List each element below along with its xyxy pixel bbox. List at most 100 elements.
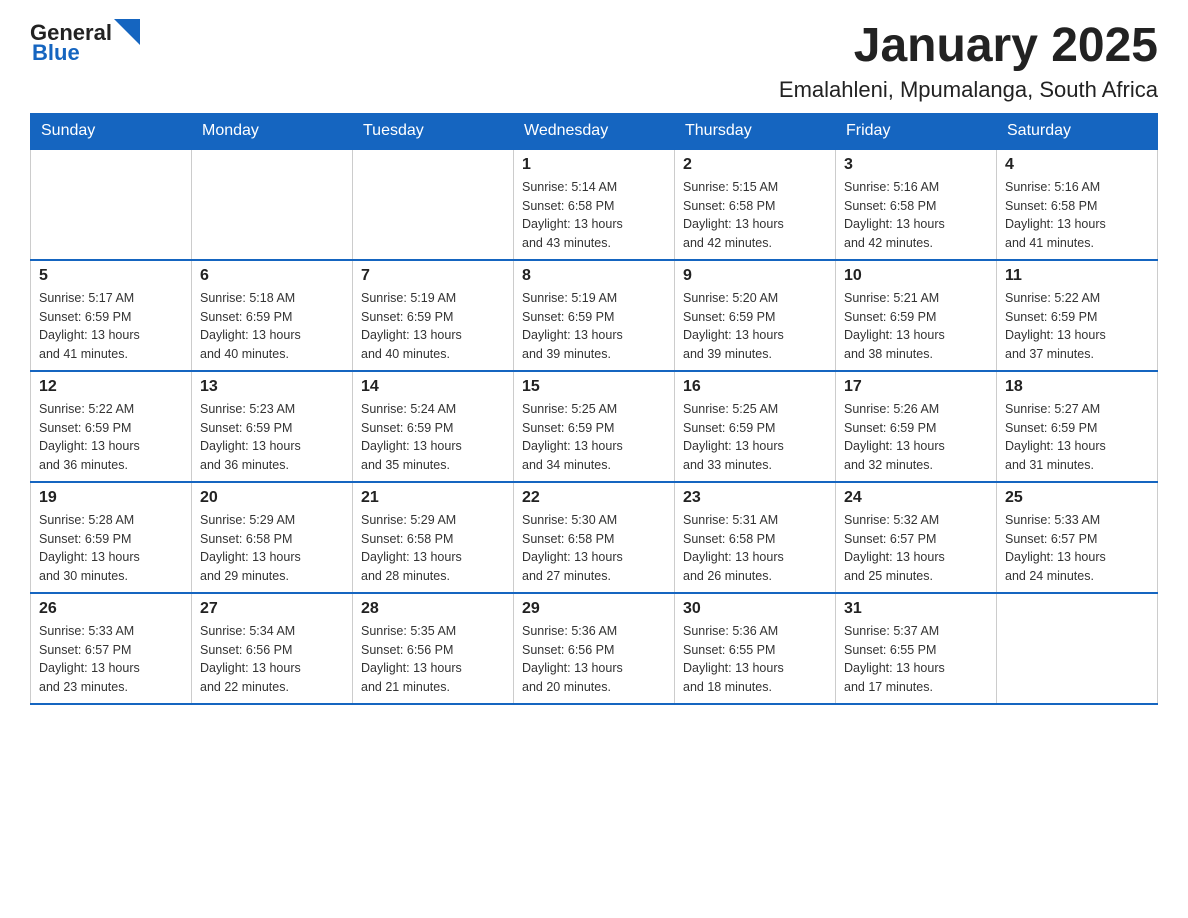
day-info: Sunrise: 5:29 AMSunset: 6:58 PMDaylight:… (361, 511, 505, 586)
day-info: Sunrise: 5:29 AMSunset: 6:58 PMDaylight:… (200, 511, 344, 586)
calendar-week-1: 1Sunrise: 5:14 AMSunset: 6:58 PMDaylight… (31, 149, 1158, 260)
calendar-cell: 24 Sunrise: 5:32 AMSunset: 6:57 PMDayligh… (836, 482, 997, 593)
day-info: Sunrise: 5:31 AMSunset: 6:58 PMDaylight:… (683, 511, 827, 586)
day-number: 2 (683, 156, 827, 174)
day-number: 3 (844, 156, 988, 174)
day-number: 21 (361, 489, 505, 507)
calendar-cell: 3 Sunrise: 5:16 AMSunset: 6:58 PMDaylight… (836, 149, 997, 260)
calendar-cell: 15 Sunrise: 5:25 AMSunset: 6:59 PMDayligh… (514, 371, 675, 482)
calendar-week-4: 19Sunrise: 5:28 AMSunset: 6:59 PMDayligh… (31, 482, 1158, 593)
day-info: Sunrise: 5:37 AMSunset: 6:55 PMDaylight:… (844, 622, 988, 697)
page-header: General Blue January 2025 Emalahleni, Mp… (30, 20, 1158, 103)
day-info: Sunrise: 5:35 AMSunset: 6:56 PMDaylight:… (361, 622, 505, 697)
calendar-cell (997, 593, 1158, 704)
day-number: 14 (361, 378, 505, 396)
day-info: Sunrise: 5:26 AMSunset: 6:59 PMDaylight:… (844, 400, 988, 475)
calendar-header-row: SundayMondayTuesdayWednesdayThursdayFrid… (31, 113, 1158, 149)
calendar-cell: 25 Sunrise: 5:33 AMSunset: 6:57 PMDayligh… (997, 482, 1158, 593)
day-number: 24 (844, 489, 988, 507)
day-number: 15 (522, 378, 666, 396)
logo-text-blue: Blue (32, 40, 80, 66)
day-info: Sunrise: 5:32 AMSunset: 6:57 PMDaylight:… (844, 511, 988, 586)
day-number: 19 (39, 489, 183, 507)
day-info: Sunrise: 5:21 AMSunset: 6:59 PMDaylight:… (844, 289, 988, 364)
day-number: 26 (39, 600, 183, 618)
day-number: 29 (522, 600, 666, 618)
day-info: Sunrise: 5:34 AMSunset: 6:56 PMDaylight:… (200, 622, 344, 697)
calendar-cell: 2 Sunrise: 5:15 AMSunset: 6:58 PMDaylight… (675, 149, 836, 260)
day-info: Sunrise: 5:25 AMSunset: 6:59 PMDaylight:… (522, 400, 666, 475)
day-info: Sunrise: 5:36 AMSunset: 6:56 PMDaylight:… (522, 622, 666, 697)
weekday-header-sunday: Sunday (31, 113, 192, 149)
day-info: Sunrise: 5:19 AMSunset: 6:59 PMDaylight:… (522, 289, 666, 364)
day-info: Sunrise: 5:14 AMSunset: 6:58 PMDaylight:… (522, 178, 666, 253)
calendar-cell: 21 Sunrise: 5:29 AMSunset: 6:58 PMDayligh… (353, 482, 514, 593)
day-info: Sunrise: 5:33 AMSunset: 6:57 PMDaylight:… (1005, 511, 1149, 586)
calendar-cell: 31 Sunrise: 5:37 AMSunset: 6:55 PMDayligh… (836, 593, 997, 704)
calendar-week-2: 5Sunrise: 5:17 AMSunset: 6:59 PMDaylight… (31, 260, 1158, 371)
calendar-cell: 19Sunrise: 5:28 AMSunset: 6:59 PMDayligh… (31, 482, 192, 593)
logo-icon (114, 19, 140, 45)
day-number: 7 (361, 267, 505, 285)
day-info: Sunrise: 5:36 AMSunset: 6:55 PMDaylight:… (683, 622, 827, 697)
day-number: 27 (200, 600, 344, 618)
day-info: Sunrise: 5:22 AMSunset: 6:59 PMDaylight:… (39, 400, 183, 475)
calendar-cell: 16Sunrise: 5:25 AMSunset: 6:59 PMDayligh… (675, 371, 836, 482)
day-number: 11 (1005, 267, 1149, 285)
calendar-cell (31, 149, 192, 260)
day-number: 23 (683, 489, 827, 507)
day-number: 28 (361, 600, 505, 618)
calendar-cell: 13Sunrise: 5:23 AMSunset: 6:59 PMDayligh… (192, 371, 353, 482)
calendar-cell: 8 Sunrise: 5:19 AMSunset: 6:59 PMDaylight… (514, 260, 675, 371)
weekday-header-friday: Friday (836, 113, 997, 149)
day-info: Sunrise: 5:16 AMSunset: 6:58 PMDaylight:… (1005, 178, 1149, 253)
calendar-cell: 17 Sunrise: 5:26 AMSunset: 6:59 PMDayligh… (836, 371, 997, 482)
calendar-cell: 12 Sunrise: 5:22 AMSunset: 6:59 PMDayligh… (31, 371, 192, 482)
calendar-cell: 11Sunrise: 5:22 AMSunset: 6:59 PMDayligh… (997, 260, 1158, 371)
calendar-cell: 5Sunrise: 5:17 AMSunset: 6:59 PMDaylight… (31, 260, 192, 371)
calendar-cell: 10 Sunrise: 5:21 AMSunset: 6:59 PMDayligh… (836, 260, 997, 371)
calendar-cell: 1Sunrise: 5:14 AMSunset: 6:58 PMDaylight… (514, 149, 675, 260)
day-number: 4 (1005, 156, 1149, 174)
day-info: Sunrise: 5:16 AMSunset: 6:58 PMDaylight:… (844, 178, 988, 253)
day-number: 17 (844, 378, 988, 396)
day-info: Sunrise: 5:20 AMSunset: 6:59 PMDaylight:… (683, 289, 827, 364)
calendar-cell (192, 149, 353, 260)
day-info: Sunrise: 5:30 AMSunset: 6:58 PMDaylight:… (522, 511, 666, 586)
weekday-header-wednesday: Wednesday (514, 113, 675, 149)
day-number: 10 (844, 267, 988, 285)
calendar-cell: 23 Sunrise: 5:31 AMSunset: 6:58 PMDayligh… (675, 482, 836, 593)
calendar-cell: 28 Sunrise: 5:35 AMSunset: 6:56 PMDayligh… (353, 593, 514, 704)
day-number: 30 (683, 600, 827, 618)
calendar-cell: 27 Sunrise: 5:34 AMSunset: 6:56 PMDayligh… (192, 593, 353, 704)
calendar-cell: 29 Sunrise: 5:36 AMSunset: 6:56 PMDayligh… (514, 593, 675, 704)
day-number: 5 (39, 267, 183, 285)
calendar-cell (353, 149, 514, 260)
weekday-header-tuesday: Tuesday (353, 113, 514, 149)
calendar-week-3: 12 Sunrise: 5:22 AMSunset: 6:59 PMDayligh… (31, 371, 1158, 482)
weekday-header-thursday: Thursday (675, 113, 836, 149)
location-title: Emalahleni, Mpumalanga, South Africa (779, 77, 1158, 103)
day-info: Sunrise: 5:23 AMSunset: 6:59 PMDaylight:… (200, 400, 344, 475)
day-info: Sunrise: 5:18 AMSunset: 6:59 PMDaylight:… (200, 289, 344, 364)
day-number: 25 (1005, 489, 1149, 507)
calendar-cell: 22Sunrise: 5:30 AMSunset: 6:58 PMDayligh… (514, 482, 675, 593)
calendar-cell: 30 Sunrise: 5:36 AMSunset: 6:55 PMDayligh… (675, 593, 836, 704)
calendar-week-5: 26 Sunrise: 5:33 AMSunset: 6:57 PMDayligh… (31, 593, 1158, 704)
weekday-header-saturday: Saturday (997, 113, 1158, 149)
day-info: Sunrise: 5:15 AMSunset: 6:58 PMDaylight:… (683, 178, 827, 253)
day-info: Sunrise: 5:33 AMSunset: 6:57 PMDaylight:… (39, 622, 183, 697)
title-block: January 2025 Emalahleni, Mpumalanga, Sou… (779, 20, 1158, 103)
calendar-cell: 20Sunrise: 5:29 AMSunset: 6:58 PMDayligh… (192, 482, 353, 593)
day-number: 31 (844, 600, 988, 618)
calendar-table: SundayMondayTuesdayWednesdayThursdayFrid… (30, 113, 1158, 705)
calendar-cell: 7 Sunrise: 5:19 AMSunset: 6:59 PMDaylight… (353, 260, 514, 371)
day-info: Sunrise: 5:19 AMSunset: 6:59 PMDaylight:… (361, 289, 505, 364)
logo: General Blue (30, 20, 140, 66)
day-number: 9 (683, 267, 827, 285)
day-number: 8 (522, 267, 666, 285)
day-info: Sunrise: 5:27 AMSunset: 6:59 PMDaylight:… (1005, 400, 1149, 475)
calendar-cell: 18Sunrise: 5:27 AMSunset: 6:59 PMDayligh… (997, 371, 1158, 482)
day-number: 16 (683, 378, 827, 396)
day-number: 12 (39, 378, 183, 396)
